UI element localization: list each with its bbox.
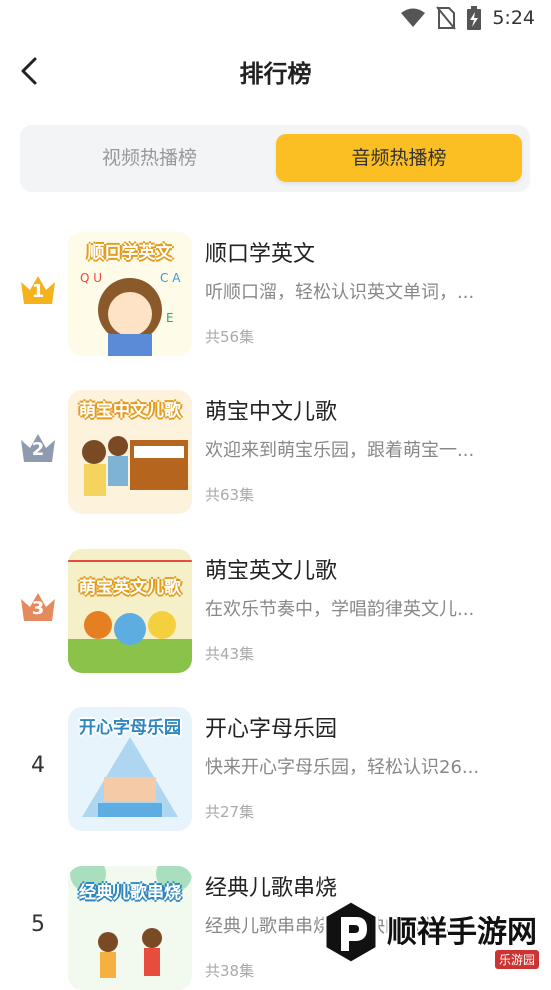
tab-video-hot[interactable]: 视频热播榜 — [24, 134, 275, 182]
cover-image: Q U C A E 顺口学英文 — [68, 232, 192, 356]
item-title: 经典儿歌串烧 — [205, 876, 338, 901]
rank-badge: 1 — [18, 270, 58, 310]
no-sim-icon — [436, 6, 457, 30]
cover-image: 萌宝英文儿歌 — [68, 549, 192, 673]
list-item[interactable]: 4 开心字母乐园 开心字母乐园 快来开心字母乐园，轻松认识26... 共27集 — [0, 695, 551, 831]
battery-charging-icon — [467, 6, 482, 30]
svg-text:Q U: Q U — [80, 271, 102, 285]
rank-badge: 5 — [18, 904, 58, 944]
watermark-logo-icon — [323, 899, 379, 965]
cover-image: 萌宝中文儿歌 — [68, 390, 192, 514]
watermark-text: 顺祥手游网 — [387, 915, 537, 950]
cover-illustration — [68, 549, 192, 673]
svg-text:C A: C A — [160, 271, 181, 285]
cover-image: 经典儿歌串烧 — [68, 866, 192, 990]
cover-title: 萌宝英文儿歌 — [79, 578, 181, 598]
item-description: 欢迎来到萌宝乐园，跟着萌宝一... — [205, 440, 475, 461]
status-time: 5:24 — [492, 7, 535, 29]
item-title: 开心字母乐园 — [205, 717, 338, 742]
rank-number: 5 — [31, 911, 45, 937]
item-description: 听顺口溜，轻松认识英文单词，... — [205, 282, 475, 303]
item-description: 在欢乐节奏中，学唱韵律英文儿... — [205, 599, 475, 620]
wifi-icon — [401, 8, 426, 27]
item-title: 萌宝英文儿歌 — [205, 559, 338, 584]
episode-count: 共27集 — [205, 803, 255, 821]
watermark-subtext: 乐游园 — [494, 950, 539, 969]
status-bar: 5:24 — [0, 0, 551, 38]
cover-title: 顺口学英文 — [87, 243, 173, 263]
list-item[interactable]: 1 Q U C A E 顺口学英文 顺口学英文 听顺口溜，轻松认识英文单词，..… — [0, 220, 551, 356]
episode-count: 共43集 — [205, 645, 255, 663]
rank-number: 4 — [31, 752, 45, 778]
tab-audio-hot[interactable]: 音频热播榜 — [276, 134, 522, 182]
header: 排行榜 — [0, 40, 551, 100]
page-title: 排行榜 — [239, 60, 312, 88]
episode-count: 共38集 — [205, 962, 255, 980]
tab-bar: 视频热播榜 音频热播榜 — [20, 125, 530, 192]
item-title: 顺口学英文 — [205, 242, 316, 267]
cover-title: 开心字母乐园 — [79, 718, 181, 738]
rank-badge: 3 — [18, 587, 58, 627]
svg-text:E: E — [166, 311, 174, 325]
episode-count: 共63集 — [205, 486, 255, 504]
list-item[interactable]: 2 萌宝中文儿歌 萌宝中文儿歌 欢迎来到萌宝乐园，跟着萌宝一... 共63集 — [0, 378, 551, 514]
item-title: 萌宝中文儿歌 — [205, 400, 338, 425]
cover-title: 经典儿歌串烧 — [79, 883, 181, 903]
item-description: 快来开心字母乐园，轻松认识26... — [205, 757, 480, 778]
episode-count: 共56集 — [205, 328, 255, 346]
rank-badge: 4 — [18, 745, 58, 785]
cover-title: 萌宝中文儿歌 — [79, 401, 181, 421]
cover-image: 开心字母乐园 — [68, 707, 192, 831]
watermark: 顺祥手游网 乐游园 — [315, 899, 545, 969]
rank-badge: 2 — [18, 428, 58, 468]
list-item[interactable]: 3 萌宝英文儿歌 萌宝英文儿歌 在欢乐节奏中，学唱韵律英文儿... 共43集 — [0, 537, 551, 673]
